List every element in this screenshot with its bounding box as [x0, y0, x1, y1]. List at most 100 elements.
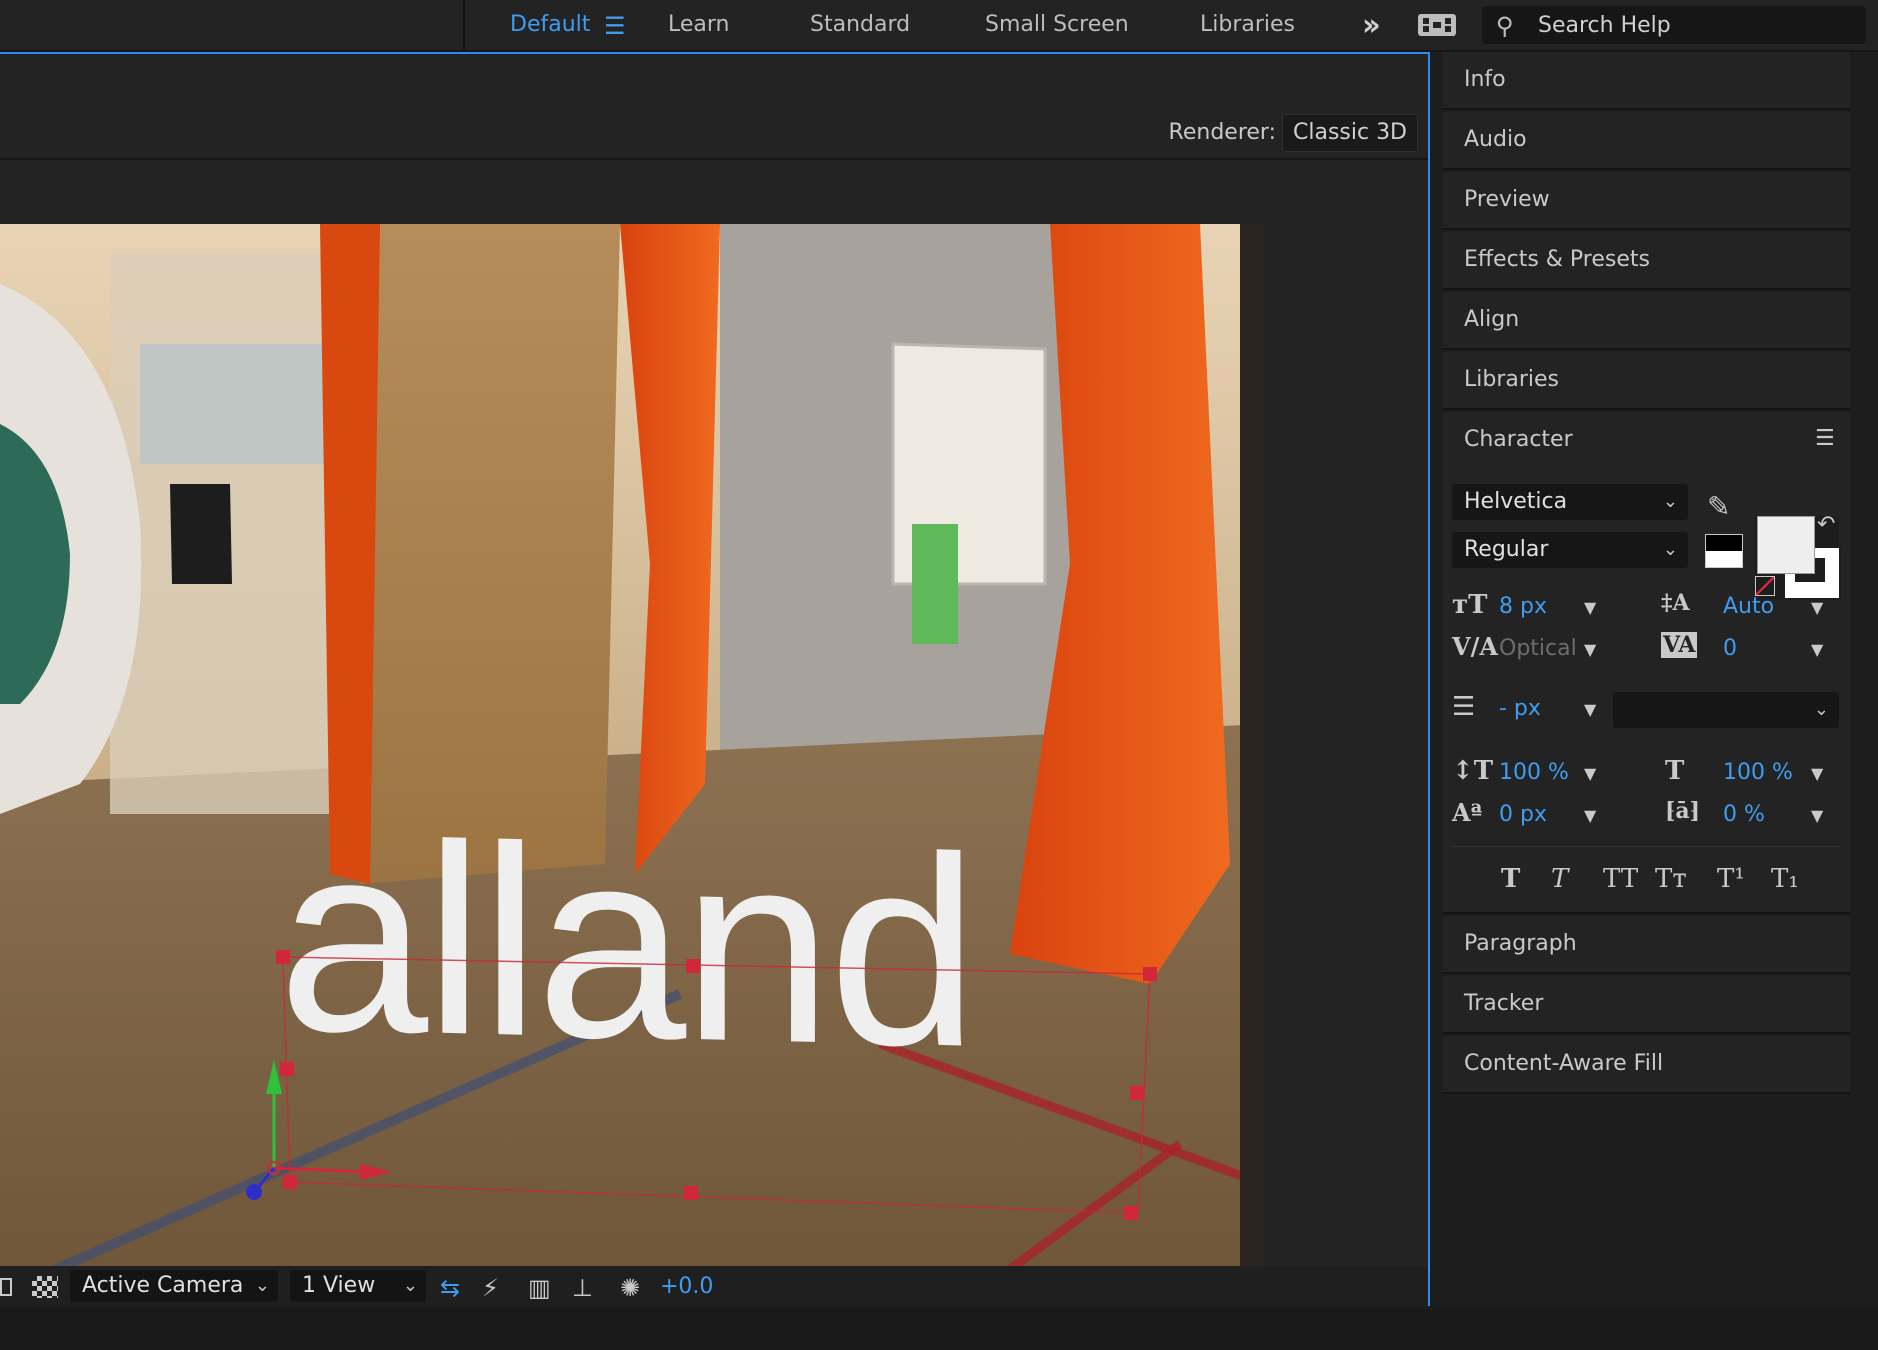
tracking-dropdown-icon[interactable]: ▼ — [1811, 640, 1823, 659]
chevron-down-icon: ⌄ — [402, 1275, 418, 1296]
subscript-button[interactable]: T₁ — [1771, 864, 1799, 894]
z-axis-head[interactable] — [246, 1184, 262, 1200]
panel-libraries-label: Libraries — [1464, 367, 1560, 392]
panel-paragraph-label: Paragraph — [1464, 931, 1577, 956]
search-help-placeholder: Search Help — [1538, 13, 1671, 38]
exposure-value[interactable]: +0.0 — [660, 1274, 713, 1299]
composition-footer: Active Camera ⌄ 1 View ⌄ ⇆ ⚡ ▥ ⊥ ✺ +0.0 — [0, 1266, 1428, 1306]
panel-paragraph[interactable]: Paragraph — [1443, 916, 1850, 974]
vertical-scale-value[interactable]: 100 % — [1499, 760, 1569, 785]
fast-previews-icon[interactable]: ⚡ — [482, 1274, 499, 1302]
superscript-button[interactable]: T¹ — [1717, 864, 1745, 894]
tracking-value[interactable]: 0 — [1723, 636, 1737, 661]
panel-tracker[interactable]: Tracker — [1443, 976, 1850, 1034]
more-workspaces-icon[interactable]: ›› — [1362, 8, 1381, 43]
workspace-tab-libraries[interactable]: Libraries — [1200, 12, 1295, 37]
panel-align-label: Align — [1464, 307, 1520, 332]
font-style-dropdown[interactable]: Regular ⌄ — [1452, 532, 1688, 568]
reset-exposure-icon[interactable]: ✺ — [620, 1274, 640, 1302]
panel-character-header[interactable]: Character ☰ — [1443, 412, 1850, 470]
frame-edge — [1240, 224, 1264, 1306]
panel-divider — [1452, 846, 1840, 847]
stroke-width-dropdown-icon[interactable]: ▼ — [1584, 700, 1596, 719]
region-of-interest-icon[interactable] — [0, 1278, 12, 1296]
composition-panel: Renderer: Classic 3D alland Active Camer… — [0, 52, 1430, 1306]
faux-italic-button[interactable]: T — [1551, 864, 1568, 894]
handle-top-mid[interactable] — [686, 959, 700, 973]
kerning-value[interactable]: Optical — [1499, 636, 1577, 661]
camera-view-dropdown[interactable]: Active Camera ⌄ — [70, 1270, 278, 1302]
font-family-dropdown[interactable]: Helvetica ⌄ — [1452, 484, 1688, 520]
text-layer-alland[interactable]: alland — [278, 786, 975, 1104]
toggle-pixel-aspect-icon[interactable]: ⇆ — [440, 1274, 460, 1302]
tsume-icon: ⁅ā⁆ — [1665, 798, 1701, 824]
baseline-shift-dropdown-icon[interactable]: ▼ — [1584, 806, 1596, 825]
font-style-value: Regular — [1464, 537, 1549, 562]
handle-bottom-left[interactable] — [283, 1175, 297, 1189]
chevron-down-icon: ⌄ — [254, 1275, 270, 1296]
handle-top-right[interactable] — [1143, 967, 1157, 981]
workspace-tab-learn[interactable]: Learn — [668, 12, 730, 37]
handle-left-mid[interactable] — [280, 1062, 294, 1076]
panel-align[interactable]: Align — [1443, 292, 1850, 350]
tracking-icon: VA — [1661, 632, 1698, 658]
horizontal-scale-dropdown-icon[interactable]: ▼ — [1811, 764, 1823, 783]
tsume-dropdown-icon[interactable]: ▼ — [1811, 806, 1823, 825]
color-swatches: ↶ — [1755, 512, 1841, 600]
renderer-dropdown[interactable]: Classic 3D — [1282, 114, 1418, 152]
horizontal-scale-value[interactable]: 100 % — [1723, 760, 1793, 785]
panel-content-aware-fill[interactable]: Content-Aware Fill — [1443, 1036, 1850, 1094]
panel-content-aware-fill-label: Content-Aware Fill — [1464, 1051, 1664, 1076]
black-white-swatch-icon[interactable] — [1705, 534, 1743, 568]
no-color-icon[interactable] — [1755, 576, 1775, 596]
workspace-tab-small-screen[interactable]: Small Screen — [985, 12, 1129, 37]
handle-bottom-right[interactable] — [1124, 1206, 1138, 1220]
faux-bold-button[interactable]: T — [1501, 864, 1520, 894]
fill-color-swatch[interactable] — [1757, 516, 1815, 574]
stroke-style-dropdown[interactable]: ⌄ — [1613, 692, 1839, 728]
timeline-icon[interactable]: ▥ — [528, 1274, 551, 1302]
panel-menu-icon[interactable]: ☰ — [1815, 426, 1835, 451]
flowchart-icon[interactable]: ⊥ — [572, 1274, 593, 1302]
panel-effects-presets[interactable]: Effects & Presets — [1443, 232, 1850, 290]
font-size-value[interactable]: 8 px — [1499, 594, 1547, 619]
panel-audio[interactable]: Audio — [1443, 112, 1850, 170]
eyedropper-icon[interactable]: ✎ — [1707, 490, 1730, 523]
search-help-field[interactable]: ⚲ Search Help — [1482, 6, 1866, 44]
stroke-width-icon: ☰ — [1452, 692, 1476, 722]
stroke-width-value[interactable]: - px — [1499, 696, 1541, 721]
handle-top-left[interactable] — [276, 950, 290, 964]
handle-bottom-mid[interactable] — [684, 1186, 698, 1200]
panel-preview[interactable]: Preview — [1443, 172, 1850, 230]
camera-view-label: Active Camera — [82, 1273, 244, 1298]
all-caps-button[interactable]: TT — [1603, 864, 1638, 894]
leading-icon: ‡A — [1661, 590, 1690, 616]
swap-colors-icon[interactable]: ↶ — [1817, 512, 1835, 537]
green-board — [912, 524, 958, 644]
small-caps-button[interactable]: Tт — [1655, 864, 1687, 894]
renderer-label: Renderer: — [1168, 120, 1276, 145]
keyboard-shortcuts-icon[interactable] — [1418, 14, 1456, 36]
workspace-tab-standard[interactable]: Standard — [810, 12, 910, 37]
panel-libraries[interactable]: Libraries — [1443, 352, 1850, 410]
vertical-scale-dropdown-icon[interactable]: ▼ — [1584, 764, 1596, 783]
leading-dropdown-icon[interactable]: ▼ — [1811, 598, 1823, 617]
workspace-bar: Default ☰ Learn Standard Small Screen Li… — [0, 0, 1878, 52]
tsume-value[interactable]: 0 % — [1723, 802, 1765, 827]
leading-value[interactable]: Auto — [1723, 594, 1774, 619]
composition-viewer[interactable]: alland — [0, 224, 1264, 1306]
kerning-dropdown-icon[interactable]: ▼ — [1584, 640, 1596, 659]
font-size-dropdown-icon[interactable]: ▼ — [1584, 598, 1596, 617]
workspace-tab-default[interactable]: Default — [510, 12, 590, 37]
panel-info[interactable]: Info — [1443, 52, 1850, 110]
transparency-grid-icon[interactable] — [32, 1276, 58, 1298]
view-layout-dropdown[interactable]: 1 View ⌄ — [290, 1270, 426, 1302]
panel-character-label: Character — [1464, 427, 1573, 452]
horizontal-scale-icon: T — [1665, 756, 1685, 786]
handle-right-mid[interactable] — [1130, 1086, 1144, 1100]
workspace-menu-icon[interactable]: ☰ — [604, 12, 626, 40]
chevron-down-icon: ⌄ — [1662, 491, 1678, 512]
baseline-shift-value[interactable]: 0 px — [1499, 802, 1547, 827]
cork-column — [350, 224, 620, 884]
bottom-strip — [0, 1308, 1878, 1350]
